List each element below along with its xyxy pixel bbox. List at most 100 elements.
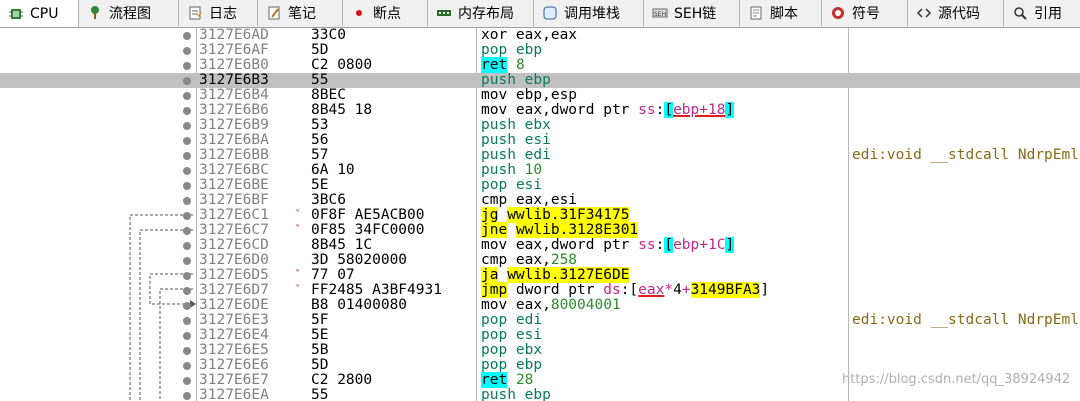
breakpoint-dot-icon[interactable] <box>183 197 191 205</box>
tab-cpu[interactable]: CPU <box>0 0 79 27</box>
disassembly-row[interactable]: 3127E6BF 3BC6 cmp eax,esi <box>0 193 1080 208</box>
instruction-token: cmp eax,esi <box>481 192 578 208</box>
address: 3127E6B4 <box>199 87 269 103</box>
instruction-token: ebp+18 <box>673 102 726 118</box>
disassembly-row[interactable]: 3127E6D0 3D 58020000 cmp eax,258 <box>0 253 1080 268</box>
jump-chevron-icon: ˇ <box>294 208 302 222</box>
opcode-bytes: 8BEC <box>311 87 346 103</box>
breakpoint-dot-icon[interactable] <box>183 77 191 85</box>
breakpoint-dot-icon[interactable] <box>183 272 191 280</box>
disassembly-row[interactable]: 3127E6CD 8B45 1C mov eax,dword ptr ss:[ebp… <box>0 237 1080 253</box>
instruction: cmp eax,258 <box>481 253 577 268</box>
disassembly-row[interactable]: 3127E6E5 5B pop ebx <box>0 343 1080 358</box>
tab-script[interactable]: 脚本 <box>740 0 822 26</box>
disassembly-row[interactable]: 3127E6E3 5F pop edi edi:void __stdcall Ndrp… <box>0 313 1080 328</box>
instruction-token: cmp eax, <box>481 252 551 268</box>
tab-log[interactable]: 日志 <box>179 0 258 26</box>
breakpoint-dot-icon[interactable] <box>183 167 191 175</box>
breakpoint-dot-icon[interactable] <box>183 227 191 235</box>
instruction-token <box>507 57 516 73</box>
instruction: mov eax,80004001 <box>481 298 621 313</box>
disassembly-row[interactable]: 3127E6B9 53 push ebx <box>0 118 1080 133</box>
instruction-token: ] <box>725 237 735 253</box>
disassembly-pane[interactable]: 3127E6AD 33C0 xor eax,eax 3127E6AF 5D pop ebp… <box>0 28 1080 401</box>
breakpoint-dot-icon[interactable] <box>183 287 191 295</box>
breakpoint-dot-icon[interactable] <box>183 62 191 70</box>
instruction-token: push <box>481 162 516 178</box>
instruction: cmp eax,esi <box>481 193 577 208</box>
disassembly-row[interactable]: 3127E6BC 6A 10 push 10 <box>0 163 1080 178</box>
instruction-token: dword ptr <box>507 282 604 298</box>
disassembly-row[interactable]: 3127E6C1 ˇ 0F8F AE5ACB00 jg wwlib.31F34175 <box>0 207 1080 223</box>
disassembly-row[interactable]: 3127E6BE 5E pop esi <box>0 178 1080 193</box>
breakpoint-dot-icon[interactable] <box>183 152 191 160</box>
tab-seh-chain[interactable]: SEH SEH链 <box>644 0 740 26</box>
breakpoint-dot-icon[interactable] <box>183 182 191 190</box>
instruction-token: wwlib.3128E301 <box>515 222 639 238</box>
tab-source-code[interactable]: 源代码 <box>908 0 1004 26</box>
breakpoint-dot-icon[interactable] <box>183 212 191 220</box>
instruction-token: mov eax,dword ptr <box>481 237 639 253</box>
instruction-token: pop esi <box>481 177 543 193</box>
breakpoint-dot-icon[interactable] <box>183 257 191 265</box>
breakpoint-dot-icon[interactable] <box>183 122 191 130</box>
breakpoint-dot-icon[interactable] <box>183 362 191 370</box>
instruction-token: ] <box>760 282 770 298</box>
tab-references[interactable]: 引用 <box>1004 0 1080 26</box>
disassembly-row[interactable]: 3127E6EA 55 push ebp <box>0 388 1080 401</box>
disassembly-row[interactable]: 3127E6BA 56 push esi <box>0 133 1080 148</box>
tab-call-stack[interactable]: 调用堆栈 <box>534 0 644 26</box>
breakpoint-dot-icon[interactable] <box>183 32 191 40</box>
disassembly-row[interactable]: 3127E6C7 ˇ 0F85 34FC0000 jne wwlib.3128E301 <box>0 222 1080 238</box>
tab-symbols[interactable]: 符号 <box>822 0 908 26</box>
instruction-token <box>507 222 516 238</box>
instruction: pop esi <box>481 328 542 343</box>
watermark: https://blog.csdn.net/qq_38924942 <box>842 372 1071 387</box>
breakpoint-dot-icon[interactable] <box>183 302 191 310</box>
disassembly-row[interactable]: 3127E6DE B8 01400080 mov eax,80004001 <box>0 298 1080 313</box>
tab-notes[interactable]: 笔记 <box>258 0 343 26</box>
memory-map-icon <box>436 5 458 21</box>
breakpoint-dot-icon[interactable] <box>183 137 191 145</box>
address: 3127E6E4 <box>199 327 269 343</box>
disassembly-row[interactable]: 3127E6B6 8B45 18 mov eax,dword ptr ss:[ebp… <box>0 102 1080 118</box>
instruction-token: 28 <box>515 372 534 388</box>
disassembly-row[interactable]: 3127E6E6 5D pop ebp <box>0 358 1080 373</box>
breakpoint-dot-icon[interactable] <box>183 107 191 115</box>
disassembly-row[interactable]: 3127E6E4 5E pop esi <box>0 328 1080 343</box>
instruction-token: ss <box>638 237 656 253</box>
breakpoint-dot-icon[interactable] <box>183 242 191 250</box>
address: 3127E6BE <box>199 177 269 193</box>
instruction-token: push esi <box>481 132 551 148</box>
disassembly-row[interactable]: 3127E6B3 55 push ebp <box>0 73 1080 88</box>
breakpoint-dot-icon[interactable] <box>183 377 191 385</box>
breakpoint-dot-icon[interactable] <box>183 347 191 355</box>
breakpoint-dot-icon[interactable] <box>183 92 191 100</box>
disassembly-row[interactable]: 3127E6AF 5D pop ebp <box>0 43 1080 58</box>
instruction-token: ret <box>481 57 508 73</box>
breakpoint-dot-icon[interactable] <box>183 47 191 55</box>
breakpoint-dot-icon[interactable] <box>183 332 191 340</box>
instruction-token: 80004001 <box>550 297 621 313</box>
instruction: xor eax,eax <box>481 28 577 43</box>
instruction-token: eax <box>638 282 665 298</box>
disassembly-row[interactable]: 3127E6B4 8BEC mov ebp,esp <box>0 88 1080 103</box>
breakpoint-dot-icon[interactable] <box>183 392 191 400</box>
breakpoint-dot-icon[interactable] <box>183 317 191 325</box>
instruction: mov eax,dword ptr ss:[ebp+18] <box>481 102 735 118</box>
tab-memory-map[interactable]: 内存布局 <box>428 0 534 26</box>
instruction: pop esi <box>481 178 542 193</box>
disassembly-row[interactable]: 3127E6AD 33C0 xor eax,eax <box>0 28 1080 43</box>
instruction: push esi <box>481 133 551 148</box>
instruction-token: :[ <box>620 282 639 298</box>
opcode-bytes: 5F <box>311 312 329 328</box>
disassembly-row[interactable]: 3127E6D7 ˇ FF2485 A3BF4931 jmp dword ptr ds… <box>0 282 1080 298</box>
disassembly-row[interactable]: 3127E6BB 57 push edi edi:void __stdcall Ndr… <box>0 148 1080 163</box>
tab-breakpoint[interactable]: 断点 <box>343 0 428 26</box>
disassembly-row[interactable]: 3127E6D5 ˇ 77 07 ja wwlib.3127E6DE <box>0 267 1080 283</box>
opcode-bytes: 3D 58020000 <box>311 252 408 268</box>
tab-flowchart[interactable]: 流程图 <box>79 0 179 26</box>
opcode-bytes: 8B45 1C <box>311 237 373 253</box>
disassembly-row[interactable]: 3127E6B0 C2 0800 ret 8 <box>0 57 1080 73</box>
instruction-token: mov eax, <box>481 297 551 313</box>
